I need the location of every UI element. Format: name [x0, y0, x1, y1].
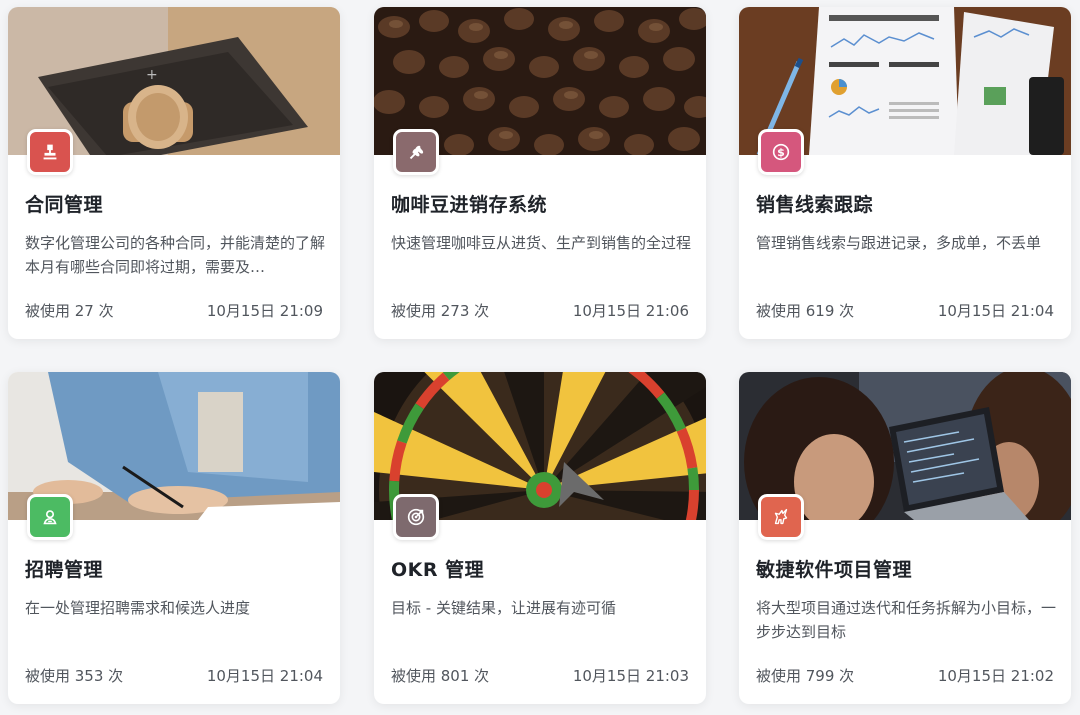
card-meta: 被使用 353 次 10月15日 21:04 [25, 665, 323, 686]
card-description: 数字化管理公司的各种合同，并能清楚的了解本月有哪些合同即将过期，需要及… [25, 234, 325, 276]
template-card-contract[interactable]: + 合同管理 数字化管理公司的各种合同，并能清楚的了解本月有哪些合同即将过期，需… [8, 7, 340, 339]
card-meta: 被使用 799 次 10月15日 21:02 [756, 665, 1054, 686]
card-meta: 被使用 619 次 10月15日 21:04 [756, 300, 1054, 321]
card-description: 快速管理咖啡豆从进货、生产到销售的全过程 [391, 234, 691, 252]
updated-time: 10月15日 21:06 [572, 302, 689, 320]
wheat-icon [393, 129, 439, 175]
updated-time: 10月15日 21:04 [206, 667, 323, 685]
updated-time: 10月15日 21:04 [937, 302, 1054, 320]
usage-count: 被使用 799 次 [756, 667, 855, 685]
card-title: 敏捷软件项目管理 [756, 559, 913, 581]
template-grid: + 合同管理 数字化管理公司的各种合同，并能清楚的了解本月有哪些合同即将过期，需… [0, 0, 1080, 715]
updated-time: 10月15日 21:03 [572, 667, 689, 685]
card-description: 目标 - 关键结果，让进展有迹可循 [391, 599, 616, 617]
template-card-sales-leads[interactable]: $ 销售线索跟踪 管理销售线索与跟进记录，多成单，不丢单 被使用 619 次 1… [739, 7, 1071, 339]
stamp-icon [27, 129, 73, 175]
person-badge-icon [27, 494, 73, 540]
card-description: 将大型项目通过迭代和任务拆解为小目标，一步步达到目标 [756, 599, 1056, 641]
template-card-agile-project[interactable]: 敏捷软件项目管理 将大型项目通过迭代和任务拆解为小目标，一步步达到目标 被使用 … [739, 372, 1071, 704]
usage-count: 被使用 353 次 [25, 667, 124, 685]
svg-text:$: $ [777, 146, 785, 159]
template-card-coffee-inventory[interactable]: 咖啡豆进销存系统 快速管理咖啡豆从进货、生产到销售的全过程 被使用 273 次 … [374, 7, 706, 339]
card-meta: 被使用 801 次 10月15日 21:03 [391, 665, 689, 686]
card-title: OKR 管理 [391, 559, 485, 581]
card-description: 管理销售线索与跟进记录，多成单，不丢单 [756, 234, 1042, 252]
unicorn-icon [758, 494, 804, 540]
card-title: 咖啡豆进销存系统 [391, 194, 548, 216]
card-title: 销售线索跟踪 [756, 194, 874, 216]
card-description: 在一处管理招聘需求和候选人进度 [25, 599, 251, 617]
usage-count: 被使用 619 次 [756, 302, 855, 320]
template-card-okr[interactable]: OKR 管理 目标 - 关键结果，让进展有迹可循 被使用 801 次 10月15… [374, 372, 706, 704]
dollar-coin-icon: $ [758, 129, 804, 175]
usage-count: 被使用 27 次 [25, 302, 114, 320]
updated-time: 10月15日 21:02 [937, 667, 1054, 685]
card-meta: 被使用 27 次 10月15日 21:09 [25, 300, 323, 321]
usage-count: 被使用 273 次 [391, 302, 490, 320]
svg-text:+: + [146, 67, 158, 83]
card-title: 合同管理 [25, 194, 104, 216]
card-meta: 被使用 273 次 10月15日 21:06 [391, 300, 689, 321]
updated-time: 10月15日 21:09 [206, 302, 323, 320]
usage-count: 被使用 801 次 [391, 667, 490, 685]
template-card-recruitment[interactable]: 招聘管理 在一处管理招聘需求和候选人进度 被使用 353 次 10月15日 21… [8, 372, 340, 704]
card-title: 招聘管理 [25, 559, 104, 581]
target-icon [393, 494, 439, 540]
